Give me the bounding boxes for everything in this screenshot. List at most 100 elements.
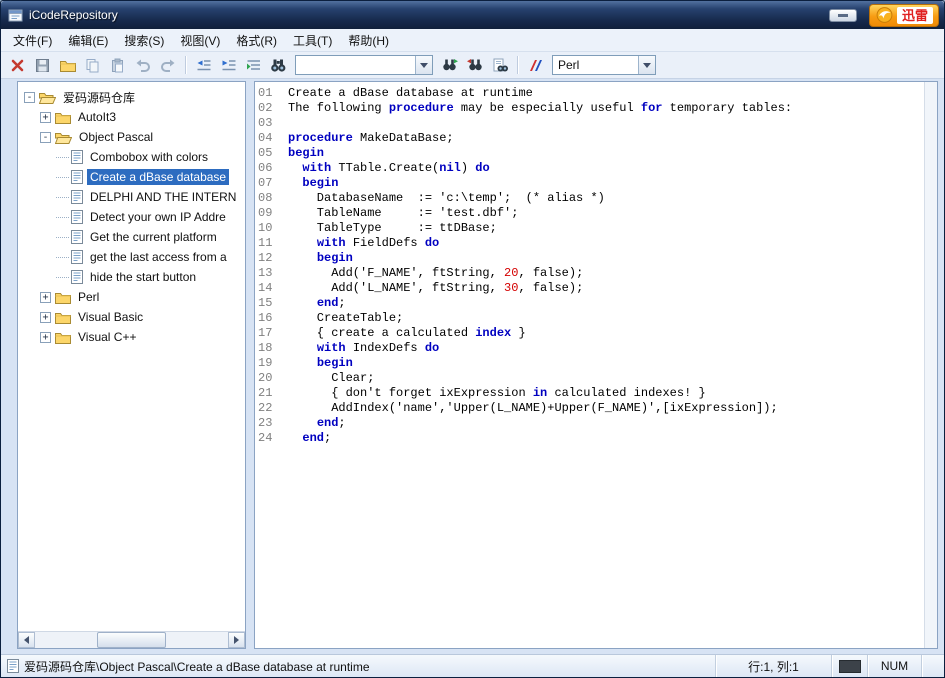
scrollbar-track[interactable] — [35, 632, 228, 648]
code-text: { create a calculated index } — [278, 326, 526, 341]
syntax-combobox[interactable]: Perl — [552, 55, 656, 75]
delete-button[interactable] — [6, 54, 29, 76]
expand-icon[interactable]: + — [40, 332, 51, 343]
code-text — [278, 116, 288, 131]
window-title: iCodeRepository — [29, 8, 118, 22]
save-button[interactable] — [31, 54, 54, 76]
xunlei-badge[interactable]: 迅雷 — [869, 4, 939, 27]
snippet-icon — [71, 250, 83, 264]
syntax-button[interactable] — [524, 54, 547, 76]
find-button[interactable] — [267, 54, 290, 76]
code-text: { don't forget ixExpression in calculate… — [278, 386, 706, 401]
tree-item[interactable]: -爱码源码仓库 — [20, 87, 243, 107]
code-line: 03 — [258, 116, 924, 131]
line-number: 14 — [258, 281, 278, 296]
tree-item[interactable]: +Visual C++ — [20, 327, 243, 347]
expand-icon[interactable]: + — [40, 312, 51, 323]
copy-icon — [85, 58, 100, 73]
line-number: 16 — [258, 311, 278, 326]
tree-item[interactable]: get the last access from a — [20, 247, 243, 267]
tree-item[interactable]: Combobox with colors — [20, 147, 243, 167]
panel-splitter[interactable] — [248, 81, 252, 649]
status-end-cell — [922, 655, 944, 677]
tree-item[interactable]: -Object Pascal — [20, 127, 243, 147]
scroll-right-button[interactable] — [228, 632, 245, 648]
tree-horizontal-scrollbar[interactable] — [18, 631, 245, 648]
tree-item[interactable]: +AutoIt3 — [20, 107, 243, 127]
copy-button[interactable] — [81, 54, 104, 76]
line-number: 06 — [258, 161, 278, 176]
format-button[interactable] — [242, 54, 265, 76]
line-number: 24 — [258, 431, 278, 446]
line-number: 09 — [258, 206, 278, 221]
code-text: Create a dBase database at runtime — [278, 86, 533, 101]
syntax-combobox-value[interactable]: Perl — [553, 56, 638, 74]
code-editor[interactable]: 01Create a dBase database at runtime02Th… — [255, 82, 924, 648]
menubar: 文件(F)编辑(E)搜索(S)视图(V)格式(R)工具(T)帮助(H) — [1, 29, 944, 52]
find-previous-button[interactable] — [463, 54, 486, 76]
menu-item[interactable]: 工具(T) — [285, 29, 340, 52]
code-text: DatabaseName := 'c:\temp'; (* alias *) — [278, 191, 605, 206]
menu-item[interactable]: 文件(F) — [5, 29, 60, 52]
redo-button[interactable] — [156, 54, 179, 76]
main-area: -爱码源码仓库+AutoIt3-Object PascalCombobox wi… — [1, 79, 944, 654]
code-text: TableName := 'test.dbf'; — [278, 206, 518, 221]
line-number: 13 — [258, 266, 278, 281]
find-in-files-icon — [492, 58, 508, 73]
code-text: end; — [278, 296, 346, 311]
collapse-icon[interactable]: - — [40, 132, 51, 143]
expand-icon[interactable]: + — [40, 292, 51, 303]
menu-item[interactable]: 搜索(S) — [116, 29, 172, 52]
menu-item[interactable]: 编辑(E) — [60, 29, 116, 52]
folder-icon — [55, 111, 71, 124]
line-number: 03 — [258, 116, 278, 131]
open-folder-icon — [60, 59, 76, 72]
code-line: 14 Add('L_NAME', ftString, 30, false); — [258, 281, 924, 296]
collapse-icon[interactable]: - — [24, 92, 35, 103]
open-button[interactable] — [56, 54, 79, 76]
expand-icon[interactable]: + — [40, 112, 51, 123]
snippet-tree[interactable]: -爱码源码仓库+AutoIt3-Object PascalCombobox wi… — [18, 82, 245, 631]
line-number: 23 — [258, 416, 278, 431]
chevron-down-icon[interactable] — [638, 56, 655, 74]
tree-item[interactable]: Get the current platform — [20, 227, 243, 247]
outdent-icon — [196, 58, 212, 73]
tree-item-label: DELPHI AND THE INTERN — [87, 189, 239, 205]
tree-item[interactable]: Detect your own IP Addre — [20, 207, 243, 227]
code-line: 02The following procedure may be especia… — [258, 101, 924, 116]
outdent-button[interactable] — [192, 54, 215, 76]
undo-button[interactable] — [131, 54, 154, 76]
search-combobox-value[interactable] — [296, 56, 415, 74]
snippet-icon — [71, 230, 83, 244]
paste-icon — [110, 58, 125, 73]
menu-item[interactable]: 格式(R) — [228, 29, 285, 52]
tree-item-label: Get the current platform — [87, 229, 220, 245]
find-in-files-button[interactable] — [488, 54, 511, 76]
code-line: 23 end; — [258, 416, 924, 431]
tree-item[interactable]: hide the start button — [20, 267, 243, 287]
line-number: 22 — [258, 401, 278, 416]
code-line: 09 TableName := 'test.dbf'; — [258, 206, 924, 221]
status-num-lock: NUM — [868, 655, 922, 677]
find-next-button[interactable] — [438, 54, 461, 76]
menu-item[interactable]: 帮助(H) — [340, 29, 397, 52]
indent-button[interactable] — [217, 54, 240, 76]
search-combobox[interactable] — [295, 55, 433, 75]
line-number: 08 — [258, 191, 278, 206]
chevron-down-icon[interactable] — [415, 56, 432, 74]
line-number: 11 — [258, 236, 278, 251]
tree-item[interactable]: DELPHI AND THE INTERN — [20, 187, 243, 207]
tree-item[interactable]: +Perl — [20, 287, 243, 307]
editor-panel: 01Create a dBase database at runtime02Th… — [254, 81, 938, 649]
editor-vertical-scrollbar[interactable] — [924, 82, 937, 648]
scrollbar-thumb[interactable] — [97, 632, 166, 648]
line-number: 10 — [258, 221, 278, 236]
tree-item-label: Visual Basic — [75, 309, 146, 325]
tree-item[interactable]: Create a dBase database — [20, 167, 243, 187]
tree-item-label: Create a dBase database — [87, 169, 229, 185]
menu-item[interactable]: 视图(V) — [172, 29, 228, 52]
paste-button[interactable] — [106, 54, 129, 76]
scroll-left-button[interactable] — [18, 632, 35, 648]
minimize-button[interactable] — [829, 9, 857, 22]
tree-item[interactable]: + Visual Basic — [20, 307, 243, 327]
